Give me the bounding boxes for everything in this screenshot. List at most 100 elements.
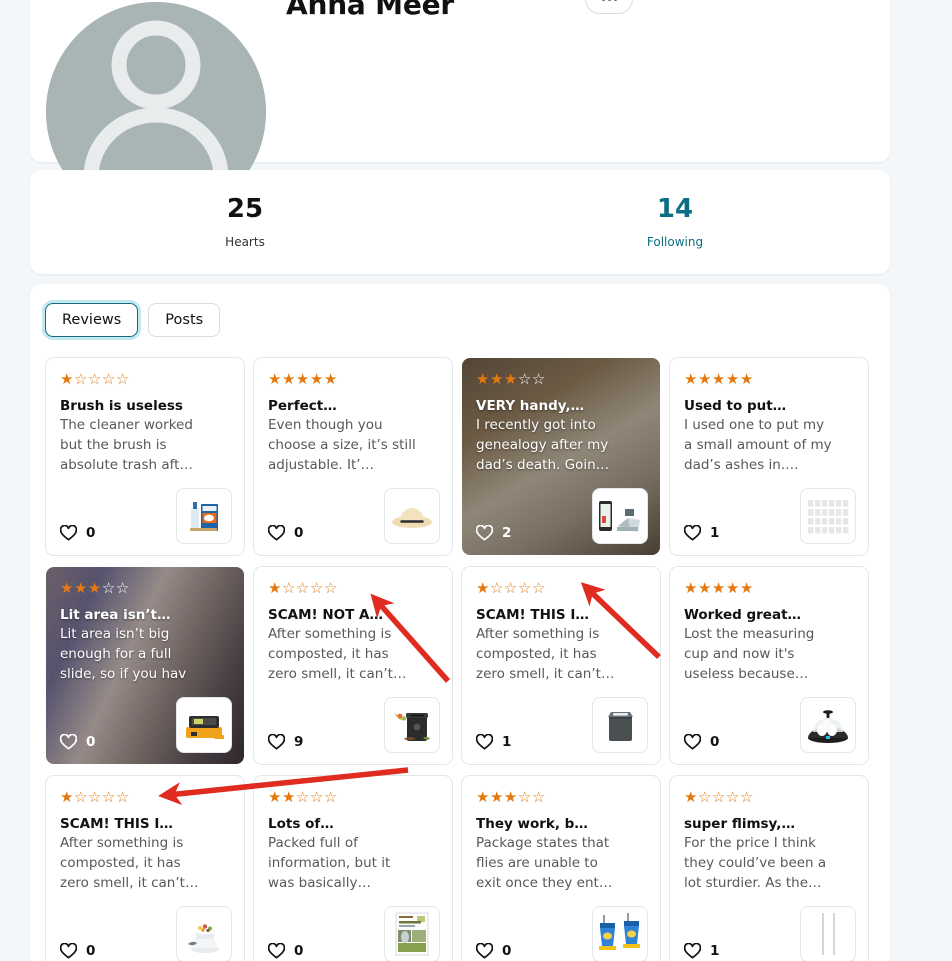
heart-icon[interactable]	[684, 943, 701, 959]
review-title: super flimsy,…	[684, 816, 795, 832]
heart-icon[interactable]	[476, 734, 493, 750]
star-rating: ★★★★★	[268, 370, 338, 388]
review-body: Even though you choose a size, it’s stil…	[268, 417, 416, 473]
tab-list: Reviews Posts	[45, 303, 221, 337]
review-card[interactable]: ★☆☆☆☆ SCAM! THIS I… After something is com…	[461, 566, 661, 765]
heart-icon[interactable]	[268, 943, 285, 959]
like-count: 2	[502, 525, 512, 541]
like-count: 0	[502, 943, 512, 959]
star-rating: ★☆☆☆☆	[60, 788, 130, 806]
profile-stats-card: 25 Hearts 14 Following	[30, 170, 890, 274]
page-title: Anna Meer	[286, 0, 455, 21]
review-title: Used to put…	[684, 398, 787, 414]
heart-icon[interactable]	[60, 943, 77, 959]
heart-icon[interactable]	[476, 943, 493, 959]
review-body: Packed full of information, but it was b…	[268, 835, 391, 891]
like-control[interactable]: 2	[476, 525, 511, 541]
stat-following[interactable]: 14 Following	[460, 170, 890, 274]
like-control[interactable]: 0	[476, 943, 511, 959]
like-control[interactable]: 0	[60, 943, 95, 959]
review-card[interactable]: ★★★☆☆ Lit area isn’t… Lit area isn’t big e…	[45, 566, 245, 765]
like-count: 0	[86, 525, 96, 541]
product-thumbnail[interactable]	[592, 697, 648, 753]
star-rating: ★★★★★	[684, 579, 754, 597]
star-rating: ★★☆☆☆	[268, 788, 338, 806]
review-body: I used one to put my a small amount of m…	[684, 417, 832, 473]
heart-icon[interactable]	[60, 734, 77, 750]
like-count: 1	[502, 734, 512, 750]
tab-reviews[interactable]: Reviews	[45, 303, 139, 337]
dot-icon	[607, 0, 611, 1]
review-card[interactable]: ★☆☆☆☆ SCAM! NOT A… After something is comp…	[253, 566, 453, 765]
heart-icon[interactable]	[268, 525, 285, 541]
review-body: I recently got into genealogy after my d…	[476, 417, 610, 473]
product-thumbnail[interactable]	[176, 906, 232, 961]
review-body: After something is composted, it has zer…	[60, 835, 199, 891]
profile-page: Anna Meer 25 Hearts 14 Following Reviews…	[0, 0, 952, 961]
review-title: Lit area isn’t…	[60, 607, 171, 623]
review-card[interactable]: ★★★★★ Used to put… I used one to put my a …	[669, 357, 869, 556]
product-thumbnail[interactable]	[176, 488, 232, 544]
heart-icon[interactable]	[268, 734, 285, 750]
review-card[interactable]: ★☆☆☆☆ Brush is useless The cleaner worked …	[45, 357, 245, 556]
review-body: Lost the measuring cup and now it's usel…	[684, 626, 815, 682]
review-card[interactable]: ★☆☆☆☆ SCAM! THIS I… After something is com…	[45, 775, 245, 961]
review-title: SCAM! THIS I…	[476, 607, 589, 623]
review-title: VERY handy,…	[476, 398, 585, 414]
review-card[interactable]: ★★★★★ Worked great… Lost the measuring cup…	[669, 566, 869, 765]
stat-value: 25	[226, 194, 264, 225]
like-control[interactable]: 9	[268, 734, 303, 750]
product-thumbnail[interactable]	[384, 697, 440, 753]
like-control[interactable]: 0	[60, 734, 95, 750]
stat-label[interactable]: Following	[647, 235, 703, 249]
review-body: After something is composted, it has zer…	[476, 626, 615, 682]
review-card[interactable]: ★★★★★ Perfect… Even though you choose a si…	[253, 357, 453, 556]
heart-icon[interactable]	[476, 525, 493, 541]
stat-value: 14	[656, 194, 694, 225]
review-card[interactable]: ★★★☆☆ They work, b… Package states that fl…	[461, 775, 661, 961]
reviews-grid: ★☆☆☆☆ Brush is useless The cleaner worked …	[45, 357, 883, 961]
review-body: Lit area isn’t big enough for a full sli…	[60, 626, 187, 682]
review-body: After something is composted, it has zer…	[268, 626, 407, 682]
like-count: 0	[710, 734, 720, 750]
product-thumbnail[interactable]	[384, 906, 440, 961]
star-rating: ★★★☆☆	[476, 370, 546, 388]
like-count: 9	[294, 734, 304, 750]
like-control[interactable]: 0	[268, 525, 303, 541]
more-options-button[interactable]	[585, 0, 633, 14]
like-control[interactable]: 0	[60, 525, 95, 541]
product-thumbnail[interactable]	[384, 488, 440, 544]
product-thumbnail[interactable]	[176, 697, 232, 753]
review-body: For the price I think they could’ve been…	[684, 835, 827, 891]
star-rating: ★☆☆☆☆	[268, 579, 338, 597]
heart-icon[interactable]	[684, 525, 701, 541]
product-thumbnail[interactable]	[592, 906, 648, 961]
like-control[interactable]: 0	[684, 734, 719, 750]
like-count: 0	[86, 943, 96, 959]
product-thumbnail[interactable]	[592, 488, 648, 544]
product-thumbnail[interactable]	[800, 697, 856, 753]
like-control[interactable]: 0	[268, 943, 303, 959]
review-card[interactable]: ★★☆☆☆ Lots of… Packed full of information,…	[253, 775, 453, 961]
review-title: Worked great…	[684, 607, 802, 623]
like-count: 1	[710, 525, 720, 541]
heart-icon[interactable]	[60, 525, 77, 541]
review-title: They work, b…	[476, 816, 588, 832]
star-rating: ★★★☆☆	[476, 788, 546, 806]
review-title: Perfect…	[268, 398, 337, 414]
heart-icon[interactable]	[684, 734, 701, 750]
tab-posts[interactable]: Posts	[148, 303, 221, 337]
star-rating: ★★★★★	[684, 370, 754, 388]
like-control[interactable]: 1	[684, 943, 719, 959]
like-control[interactable]: 1	[476, 734, 511, 750]
product-thumbnail[interactable]	[800, 906, 856, 961]
star-rating: ★☆☆☆☆	[684, 788, 754, 806]
product-thumbnail[interactable]	[800, 488, 856, 544]
review-card[interactable]: ★☆☆☆☆ super flimsy,… For the price I think…	[669, 775, 869, 961]
profile-header-card: Anna Meer	[30, 0, 890, 222]
review-title: Lots of…	[268, 816, 334, 832]
dot-icon	[601, 0, 605, 1]
stat-label: Hearts	[225, 234, 265, 249]
like-control[interactable]: 1	[684, 525, 719, 541]
review-card[interactable]: ★★★☆☆ VERY handy,… I recently got into gen…	[461, 357, 661, 556]
